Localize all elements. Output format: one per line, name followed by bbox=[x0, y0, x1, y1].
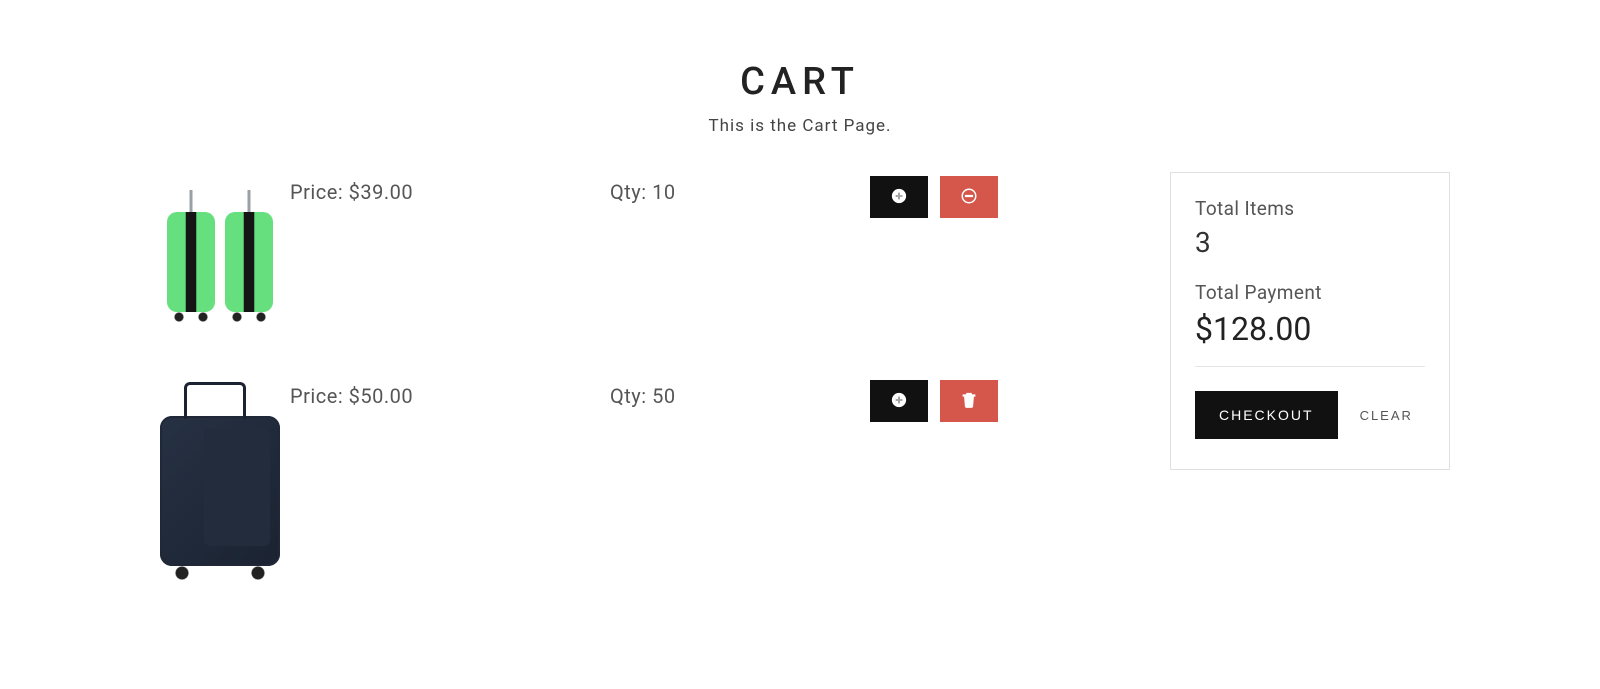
product-image bbox=[150, 172, 290, 352]
qty-label: Qty: bbox=[610, 180, 652, 204]
summary-panel: Total Items 3 Total Payment $128.00 CHEC… bbox=[1170, 172, 1450, 470]
total-payment-value: $128.00 bbox=[1195, 310, 1425, 348]
item-price: Price: $39.00 bbox=[290, 172, 610, 204]
total-payment-label: Total Payment bbox=[1195, 281, 1425, 304]
qty-label: Qty: bbox=[610, 384, 652, 408]
cart-item-row: Price: $50.00 Qty: 50 bbox=[150, 376, 1130, 606]
clear-cart-button[interactable]: CLEAR bbox=[1360, 404, 1413, 427]
item-qty: Qty: 50 bbox=[610, 376, 870, 408]
price-label: Price: bbox=[290, 384, 349, 408]
checkout-button[interactable]: CHECKOUT bbox=[1195, 391, 1338, 439]
minus-circle-icon bbox=[960, 187, 978, 208]
trash-icon bbox=[960, 391, 978, 412]
total-items-value: 3 bbox=[1195, 226, 1425, 259]
page-header: CART This is the Cart Page. bbox=[150, 60, 1450, 136]
plus-circle-icon bbox=[890, 187, 908, 208]
increase-qty-button[interactable] bbox=[870, 176, 928, 218]
price-label: Price: bbox=[290, 180, 349, 204]
plus-circle-icon bbox=[890, 391, 908, 412]
qty-value: 10 bbox=[652, 180, 675, 204]
product-image bbox=[150, 376, 290, 606]
item-qty: Qty: 10 bbox=[610, 172, 870, 204]
remove-item-button[interactable] bbox=[940, 380, 998, 422]
summary-divider bbox=[1195, 366, 1425, 367]
page-title: CART bbox=[150, 60, 1450, 104]
cart-item-list: Price: $39.00 Qty: 10 bbox=[150, 172, 1130, 630]
decrease-qty-button[interactable] bbox=[940, 176, 998, 218]
item-price: Price: $50.00 bbox=[290, 376, 610, 408]
price-value: $39.00 bbox=[349, 180, 413, 204]
page-subtitle: This is the Cart Page. bbox=[150, 116, 1450, 136]
total-items-label: Total Items bbox=[1195, 197, 1425, 220]
cart-item-row: Price: $39.00 Qty: 10 bbox=[150, 172, 1130, 352]
increase-qty-button[interactable] bbox=[870, 380, 928, 422]
price-value: $50.00 bbox=[349, 384, 413, 408]
qty-value: 50 bbox=[652, 384, 675, 408]
